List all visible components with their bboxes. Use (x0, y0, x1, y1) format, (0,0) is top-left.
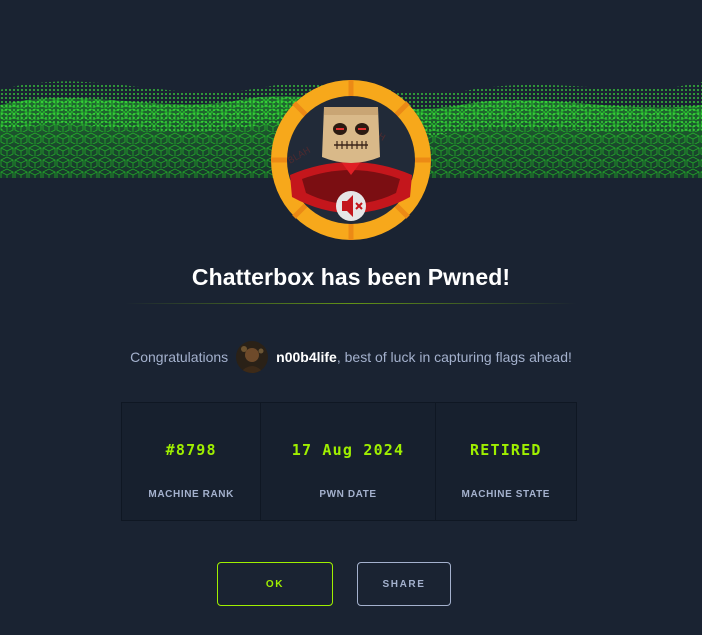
congrats-suffix: , best of luck in capturing flags ahead! (336, 349, 572, 365)
title-divider (125, 303, 577, 304)
pwn-date-value: 17 Aug 2024 (291, 441, 405, 459)
machine-avatar: BLAH BLAH BLAH (270, 79, 432, 241)
pwned-title: Chatterbox has been Pwned! (191, 264, 511, 290)
machine-rank-value: #8798 (165, 441, 217, 459)
muted-speaker-icon (336, 191, 366, 221)
share-button[interactable]: SHARE (357, 562, 451, 606)
pwn-date-label: PWN DATE (319, 489, 377, 500)
username[interactable]: n00b4life (276, 349, 337, 365)
user-avatar[interactable] (236, 341, 269, 373)
stat-pwn-date: 17 Aug 2024 PWN DATE (260, 403, 434, 520)
pwned-modal: BLAH BLAH BLAH (0, 0, 702, 635)
stat-machine-state: RETIRED MACHINE STATE (434, 403, 576, 520)
machine-state-value: RETIRED (470, 441, 542, 459)
ok-button[interactable]: OK (217, 562, 333, 606)
stat-machine-rank: #8798 MACHINE RANK (122, 403, 260, 520)
machine-state-label: MACHINE STATE (461, 489, 551, 500)
machine-rank-label: MACHINE RANK (148, 489, 234, 500)
paper-bag-mask-icon: BLAH BLAH BLAH (271, 80, 431, 240)
congrats-message: Congratulations n00b4life , best of luck… (0, 340, 702, 374)
stats-panel: #8798 MACHINE RANK 17 Aug 2024 PWN DATE … (121, 402, 577, 521)
congrats-prefix: Congratulations (130, 349, 229, 365)
